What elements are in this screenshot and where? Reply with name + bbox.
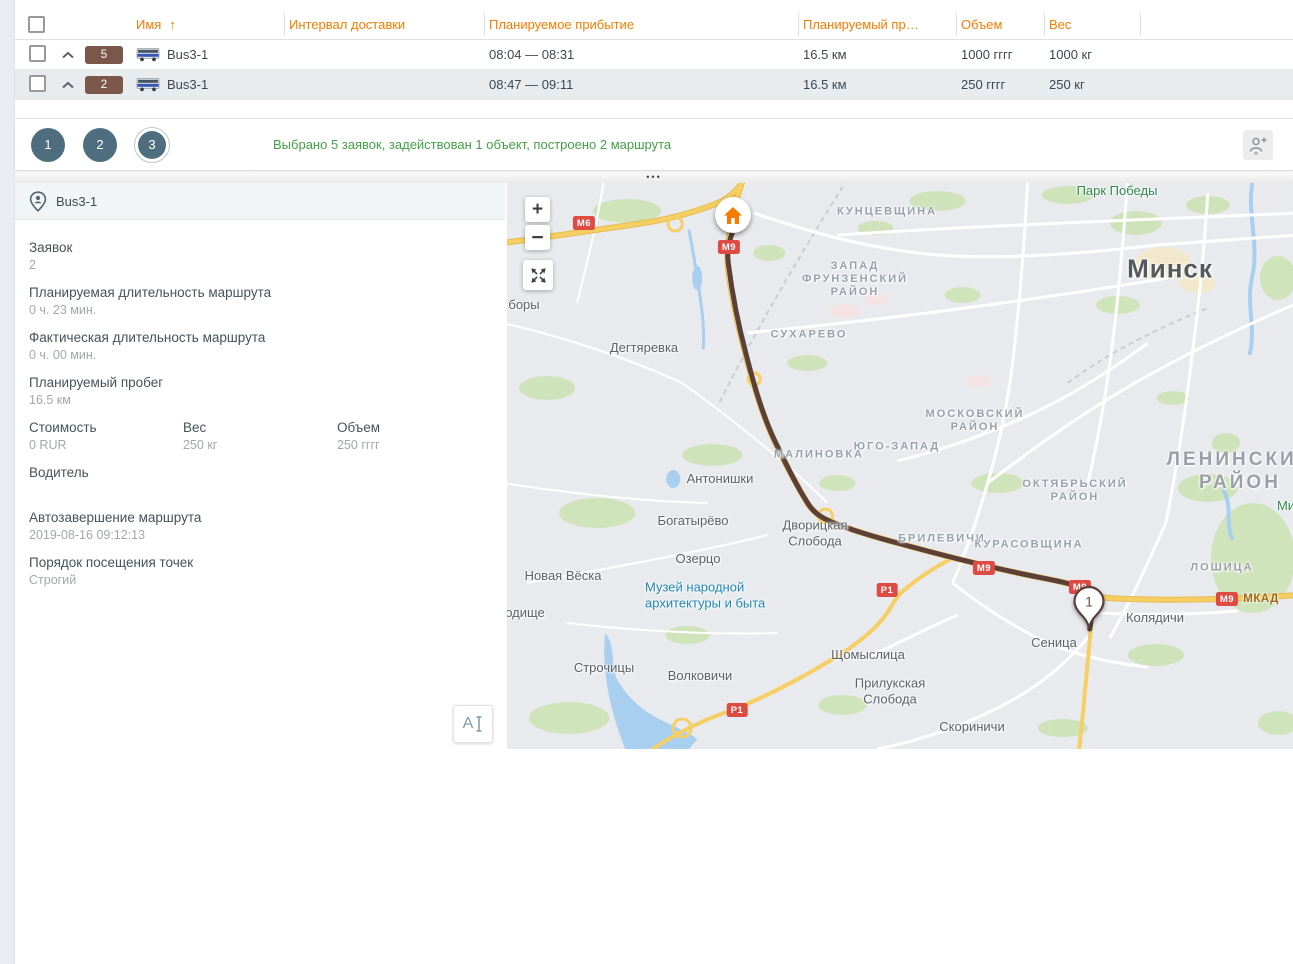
route-detail-title: Bus3-1 xyxy=(56,194,97,209)
page-button-1[interactable]: 1 xyxy=(31,128,65,162)
row-checkbox[interactable] xyxy=(29,75,46,92)
text-settings-button[interactable]: A xyxy=(453,705,493,743)
panel-fields: Заявок2 Планируемая длительность маршрута… xyxy=(15,220,505,620)
panel-field: Планируемый пробег16.5 км xyxy=(29,375,491,407)
select-all-checkbox[interactable] xyxy=(28,16,45,33)
add-object-button[interactable] xyxy=(1243,130,1273,160)
table-header-row: Имя ↑ Интервал доставки Планируемое приб… xyxy=(15,10,1293,40)
road-name-label: МКАД xyxy=(1243,593,1279,605)
table-row[interactable]: ↕ 5 Bus3-1 08:0 xyxy=(15,40,1293,70)
panel-field: Фактическая длительность маршрута0 ч. 00… xyxy=(29,330,491,362)
road-badge: М9 xyxy=(973,561,995,575)
panel-field: Планируемая длительность маршрута0 ч. 23… xyxy=(29,285,491,317)
sort-ascending-icon[interactable]: ↑ xyxy=(169,17,176,32)
column-header-arrival[interactable]: Планируемое прибытие xyxy=(484,10,798,39)
column-header-name[interactable]: Имя ↑ xyxy=(131,10,284,39)
pagination: 123 xyxy=(31,128,169,162)
bus-icon xyxy=(136,77,160,92)
road-badge: М9 xyxy=(1216,592,1238,606)
panel-field: Объем250 гггг xyxy=(337,420,491,452)
bus-icon xyxy=(136,47,160,62)
road-badge: М6 xyxy=(573,216,595,230)
stop-marker-label: 1 xyxy=(1085,594,1093,610)
fullscreen-button[interactable] xyxy=(523,260,553,290)
row-volume: 1000 гггг xyxy=(956,47,1044,62)
collapse-route-icon[interactable] xyxy=(61,81,75,89)
stop-marker-1[interactable]: 1 xyxy=(1071,584,1107,637)
row-arrival: 08:04 — 08:31 xyxy=(484,47,798,62)
panel-field: Автозавершение маршрута2019-08-16 09:12:… xyxy=(29,510,491,542)
column-header-distance[interactable]: Планируемый пр… xyxy=(798,10,956,39)
panel-field: Заявок2 xyxy=(29,240,491,272)
add-person-pin-icon xyxy=(1247,134,1269,156)
table-body: ↕ 5 Bus3-1 08:0 xyxy=(15,40,1293,100)
column-header-weight[interactable]: Вес xyxy=(1044,10,1140,39)
app-window: Имя ↑ Интервал доставки Планируемое приб… xyxy=(0,0,1293,964)
row-arrival: 08:47 — 09:11 xyxy=(484,77,798,92)
collapse-route-icon[interactable] xyxy=(61,51,75,59)
route-polyline xyxy=(728,229,1093,629)
text-settings-label: A xyxy=(463,715,474,733)
row-checkbox[interactable] xyxy=(29,45,46,62)
panel-field: Водитель xyxy=(29,465,491,497)
table-row[interactable]: ↕ 2 Bus3-1 08:4 xyxy=(15,70,1293,100)
column-header-interval[interactable]: Интервал доставки xyxy=(284,10,484,39)
row-name: Bus3-1 xyxy=(167,77,208,92)
page-button-2[interactable]: 2 xyxy=(83,128,117,162)
row-distance: 16.5 км xyxy=(798,77,956,92)
route-detail-panel: Bus3-1 Заявок2 Планируемая длительность м… xyxy=(15,183,507,749)
status-bar: 123 Выбрано 5 заявок, задействован 1 объ… xyxy=(15,118,1293,170)
route-count-badge: 2 xyxy=(85,76,123,94)
row-volume: 250 гггг xyxy=(956,77,1044,92)
status-message: Выбрано 5 заявок, задействован 1 объект,… xyxy=(273,137,671,152)
row-weight: 1000 кг xyxy=(1044,47,1140,62)
routes-table: Имя ↑ Интервал доставки Планируемое приб… xyxy=(15,0,1293,100)
person-pin-icon xyxy=(29,191,47,212)
panel-field: Стоимость0 RUR xyxy=(29,420,183,452)
road-badge: Р1 xyxy=(877,583,898,597)
panel-field: Вес250 кг xyxy=(183,420,337,452)
column-header-volume[interactable]: Объем xyxy=(956,10,1044,39)
splitter-handle[interactable]: ••• xyxy=(15,170,1293,183)
fullscreen-icon xyxy=(530,267,547,284)
panel-field: Порядок посещения точекСтрогий xyxy=(29,555,491,587)
route-count-badge: 5 xyxy=(85,46,123,64)
row-weight: 250 кг xyxy=(1044,77,1140,92)
row-name: Bus3-1 xyxy=(167,47,208,62)
map[interactable]: МинскПарк ПобедыКУНЦЕВЩИНАЗАПАД ФРУНЗЕНС… xyxy=(507,183,1293,749)
column-header-name-label: Имя xyxy=(136,17,161,32)
page-button-3[interactable]: 3 xyxy=(138,131,166,159)
main-content: Имя ↑ Интервал доставки Планируемое приб… xyxy=(14,0,1293,964)
zoom-out-button[interactable]: − xyxy=(525,225,550,250)
road-badge: Р1 xyxy=(727,703,748,717)
map-canvas xyxy=(507,183,1293,749)
route-detail-header: Bus3-1 xyxy=(15,183,505,220)
depot-marker[interactable] xyxy=(715,197,751,233)
zoom-in-button[interactable]: + xyxy=(525,197,550,222)
left-edge-strip xyxy=(0,0,14,964)
road-badge: М9 xyxy=(718,240,740,254)
row-distance: 16.5 км xyxy=(798,47,956,62)
home-icon xyxy=(723,206,743,225)
bottom-section: Bus3-1 Заявок2 Планируемая длительность м… xyxy=(15,183,1293,749)
text-cursor-icon xyxy=(475,715,483,733)
